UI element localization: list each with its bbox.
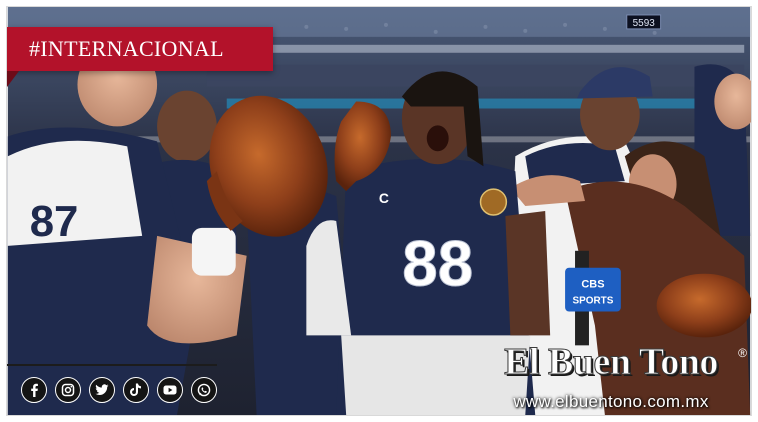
scoreboard-number: 5593 (633, 18, 656, 29)
brand-watermark: El Buen Tono ® www.elbuentono.com.mx (475, 340, 747, 412)
captain-patch: C (379, 190, 389, 206)
tiktok-icon[interactable] (123, 377, 149, 403)
mic-flag-line2: SPORTS (573, 296, 614, 307)
left-jersey-number: 87 (30, 197, 79, 246)
tag-fold (7, 71, 19, 87)
brand-url[interactable]: www.elbuentono.com.mx (475, 392, 747, 412)
facebook-icon[interactable] (21, 377, 47, 403)
social-divider (7, 364, 217, 366)
center-jersey-number: 88 (402, 229, 473, 300)
instagram-icon[interactable] (55, 377, 81, 403)
registered-mark: ® (738, 346, 747, 360)
twitter-icon[interactable] (89, 377, 115, 403)
brand-logo-text: El Buen Tono (504, 341, 719, 384)
whatsapp-icon[interactable] (191, 377, 217, 403)
photo-frame: 5593 2 CBS SPORTS 88 (6, 6, 752, 416)
mic-flag-line1: CBS (581, 279, 604, 291)
youtube-icon[interactable] (157, 377, 183, 403)
section-tag[interactable]: #INTERNACIONAL (7, 27, 273, 71)
social-bar (21, 377, 217, 403)
